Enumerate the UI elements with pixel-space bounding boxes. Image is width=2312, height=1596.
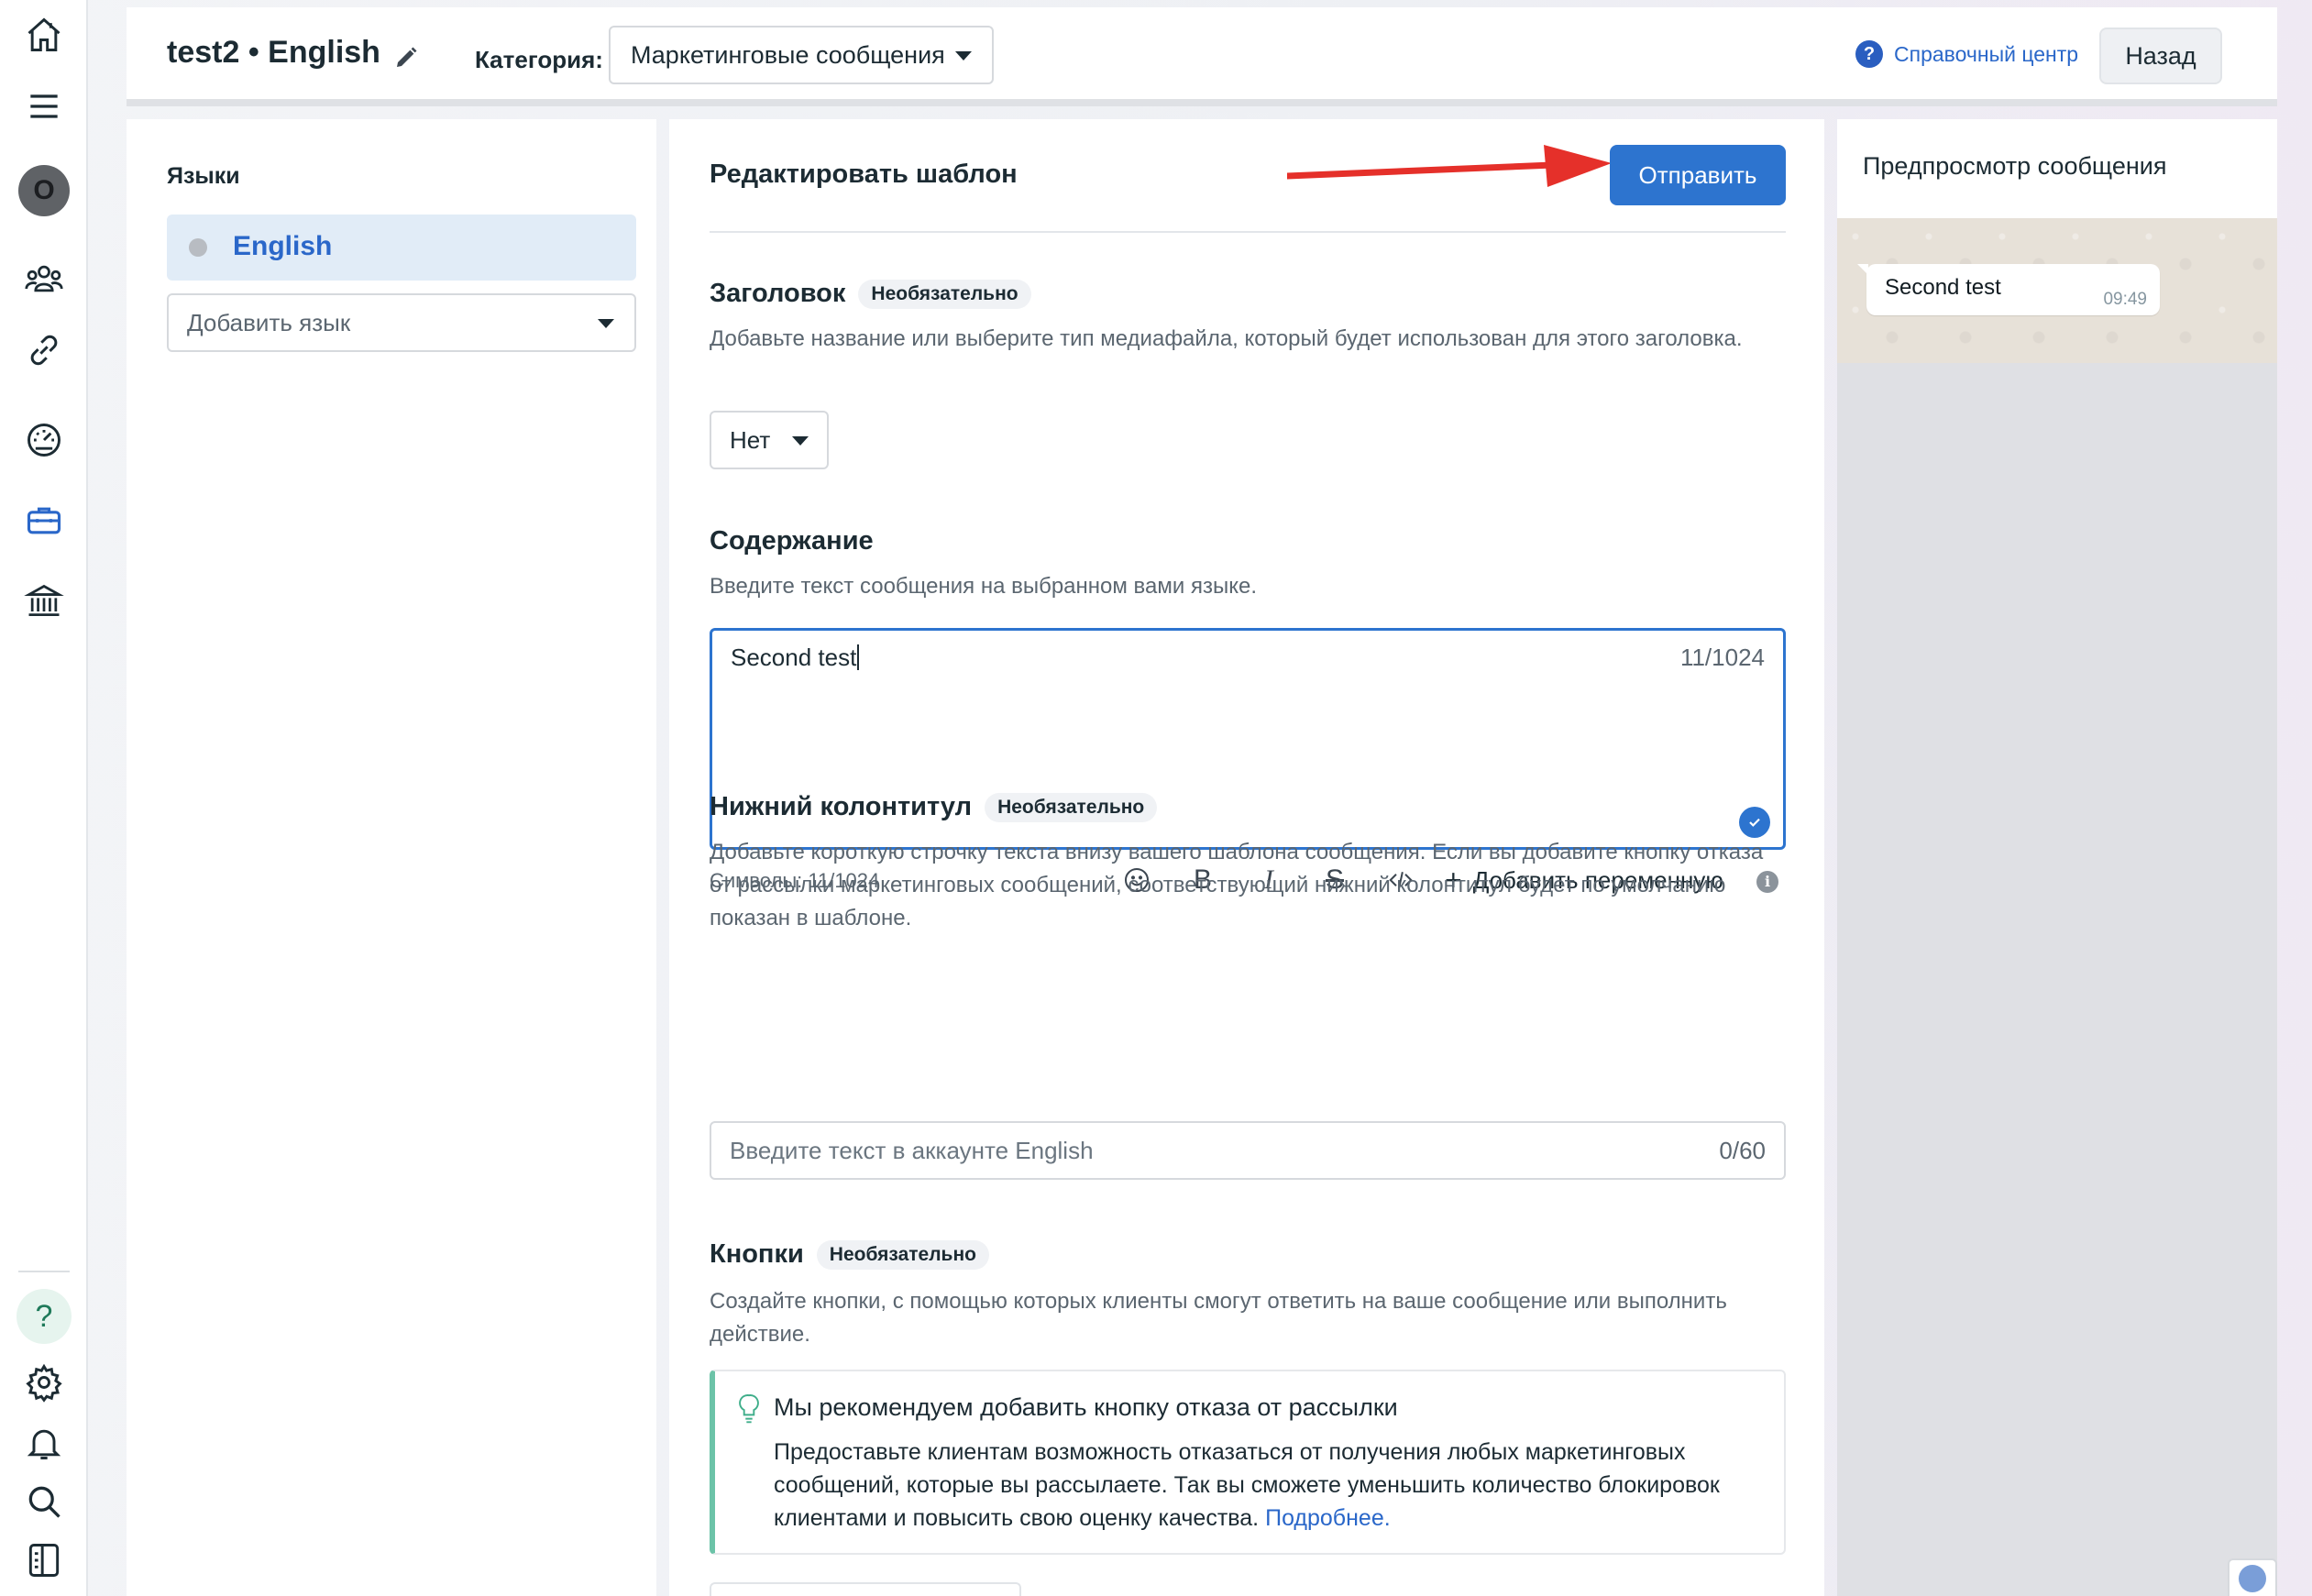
- footer-counter: 0/60: [1719, 1137, 1766, 1164]
- top-bar: test2 • English Категория: Маркетинговые…: [127, 7, 2277, 106]
- preview-title: Предпросмотр сообщения: [1863, 152, 2167, 180]
- body-counter: 11/1024: [1679, 644, 1765, 671]
- message-text: Second test: [1885, 275, 2001, 300]
- languages-panel: Языки English Добавить язык: [127, 119, 656, 1596]
- chevron-down-icon: [955, 51, 972, 61]
- status-dot: [189, 238, 207, 257]
- header-section-description: Добавьте название или выберите тип медиа…: [710, 326, 1743, 351]
- learn-more-link[interactable]: Подробнее.: [1265, 1505, 1391, 1531]
- header-section-title: Заголовок Необязательно: [710, 279, 1031, 310]
- opt-out-recommendation: Мы рекомендуем добавить кнопку отказа от…: [710, 1370, 1786, 1555]
- footer-section-description: Добавьте короткую строчку текста внизу в…: [710, 840, 1764, 930]
- category-label: Категория:: [475, 46, 603, 73]
- edit-template-panel: Редактировать шаблон Отправить Заголовок…: [669, 119, 1824, 1596]
- template-title: test2 • English: [167, 35, 380, 70]
- optional-badge: Необязательно: [858, 280, 1031, 310]
- home-icon[interactable]: [17, 7, 72, 62]
- buttons-section-description: Создайте кнопки, с помощью которых клиен…: [710, 1289, 1727, 1347]
- red-arrow-annotation: [1287, 145, 1612, 187]
- chat-background: Second test 09:49: [1837, 218, 2277, 363]
- body-section-title: Содержание: [710, 526, 874, 556]
- search-icon[interactable]: [17, 1474, 72, 1529]
- language-item-label: English: [233, 231, 333, 261]
- message-preview-panel: Предпросмотр сообщения Second test 09:49: [1837, 119, 2277, 1596]
- edit-template-title: Редактировать шаблон: [710, 160, 1018, 189]
- add-language-dropdown[interactable]: Добавить язык: [167, 293, 636, 352]
- question-icon: ?: [1855, 40, 1883, 68]
- header-type-dropdown[interactable]: Нет: [710, 411, 829, 469]
- back-button[interactable]: Назад: [2099, 28, 2222, 84]
- buttons-section-title: Кнопки Необязательно: [710, 1239, 989, 1271]
- avatar: O: [18, 165, 70, 216]
- message-time: 09:49: [2103, 290, 2147, 309]
- check-icon: [1739, 807, 1770, 838]
- account-avatar[interactable]: O: [17, 163, 72, 218]
- globe-icon: [2239, 1564, 2266, 1592]
- section-divider: [710, 231, 1786, 233]
- help-center-link[interactable]: ? Справочный центр: [1855, 40, 2078, 68]
- briefcase-icon[interactable]: [17, 493, 72, 548]
- chevron-down-icon: [598, 319, 614, 328]
- chevron-down-icon: [792, 436, 809, 446]
- optional-badge: Необязательно: [816, 1240, 989, 1271]
- help-icon[interactable]: ?: [17, 1289, 72, 1344]
- left-rail: O ?: [0, 0, 88, 1596]
- menu-icon[interactable]: [17, 79, 72, 134]
- gauge-icon[interactable]: [17, 413, 72, 468]
- language-globe-widget[interactable]: [2228, 1558, 2277, 1596]
- edit-pencil-icon[interactable]: [392, 44, 420, 72]
- category-value: Маркетинговые сообщения: [631, 41, 945, 69]
- footer-section-title: Нижний колонтитул Необязательно: [710, 792, 1158, 823]
- footer-placeholder: Введите текст в аккаунте English: [730, 1137, 1094, 1164]
- header-type-value: Нет: [730, 426, 771, 454]
- message-bubble: Second test 09:49: [1857, 264, 2160, 315]
- recommendation-text: Предоставьте клиентам возможность отказа…: [774, 1439, 1720, 1531]
- preview-header: Предпросмотр сообщения: [1837, 119, 2277, 218]
- send-button[interactable]: Отправить: [1610, 145, 1786, 205]
- add-language-label: Добавить язык: [187, 309, 351, 336]
- lightbulb-icon: [739, 1394, 759, 1424]
- body-text: Second test: [731, 644, 859, 672]
- rail-divider: [18, 1271, 70, 1272]
- help-center-label: Справочный центр: [1894, 41, 2079, 66]
- footer-input[interactable]: Введите текст в аккаунте English 0/60: [710, 1121, 1786, 1180]
- link-icon[interactable]: [17, 323, 72, 378]
- bank-icon[interactable]: [17, 574, 72, 629]
- languages-heading: Языки: [167, 163, 240, 189]
- panel-icon[interactable]: [17, 1533, 72, 1588]
- optional-badge: Необязательно: [985, 793, 1158, 823]
- settings-icon[interactable]: [17, 1355, 72, 1410]
- add-button-dropdown[interactable]: [710, 1582, 1021, 1596]
- people-icon[interactable]: [17, 251, 72, 306]
- category-dropdown[interactable]: Маркетинговые сообщения: [609, 26, 994, 84]
- bell-icon[interactable]: [17, 1415, 72, 1470]
- recommendation-title: Мы рекомендуем добавить кнопку отказа от…: [774, 1393, 1398, 1421]
- language-item-english[interactable]: English: [167, 215, 636, 281]
- body-section-description: Введите текст сообщения на выбранном вам…: [710, 574, 1257, 599]
